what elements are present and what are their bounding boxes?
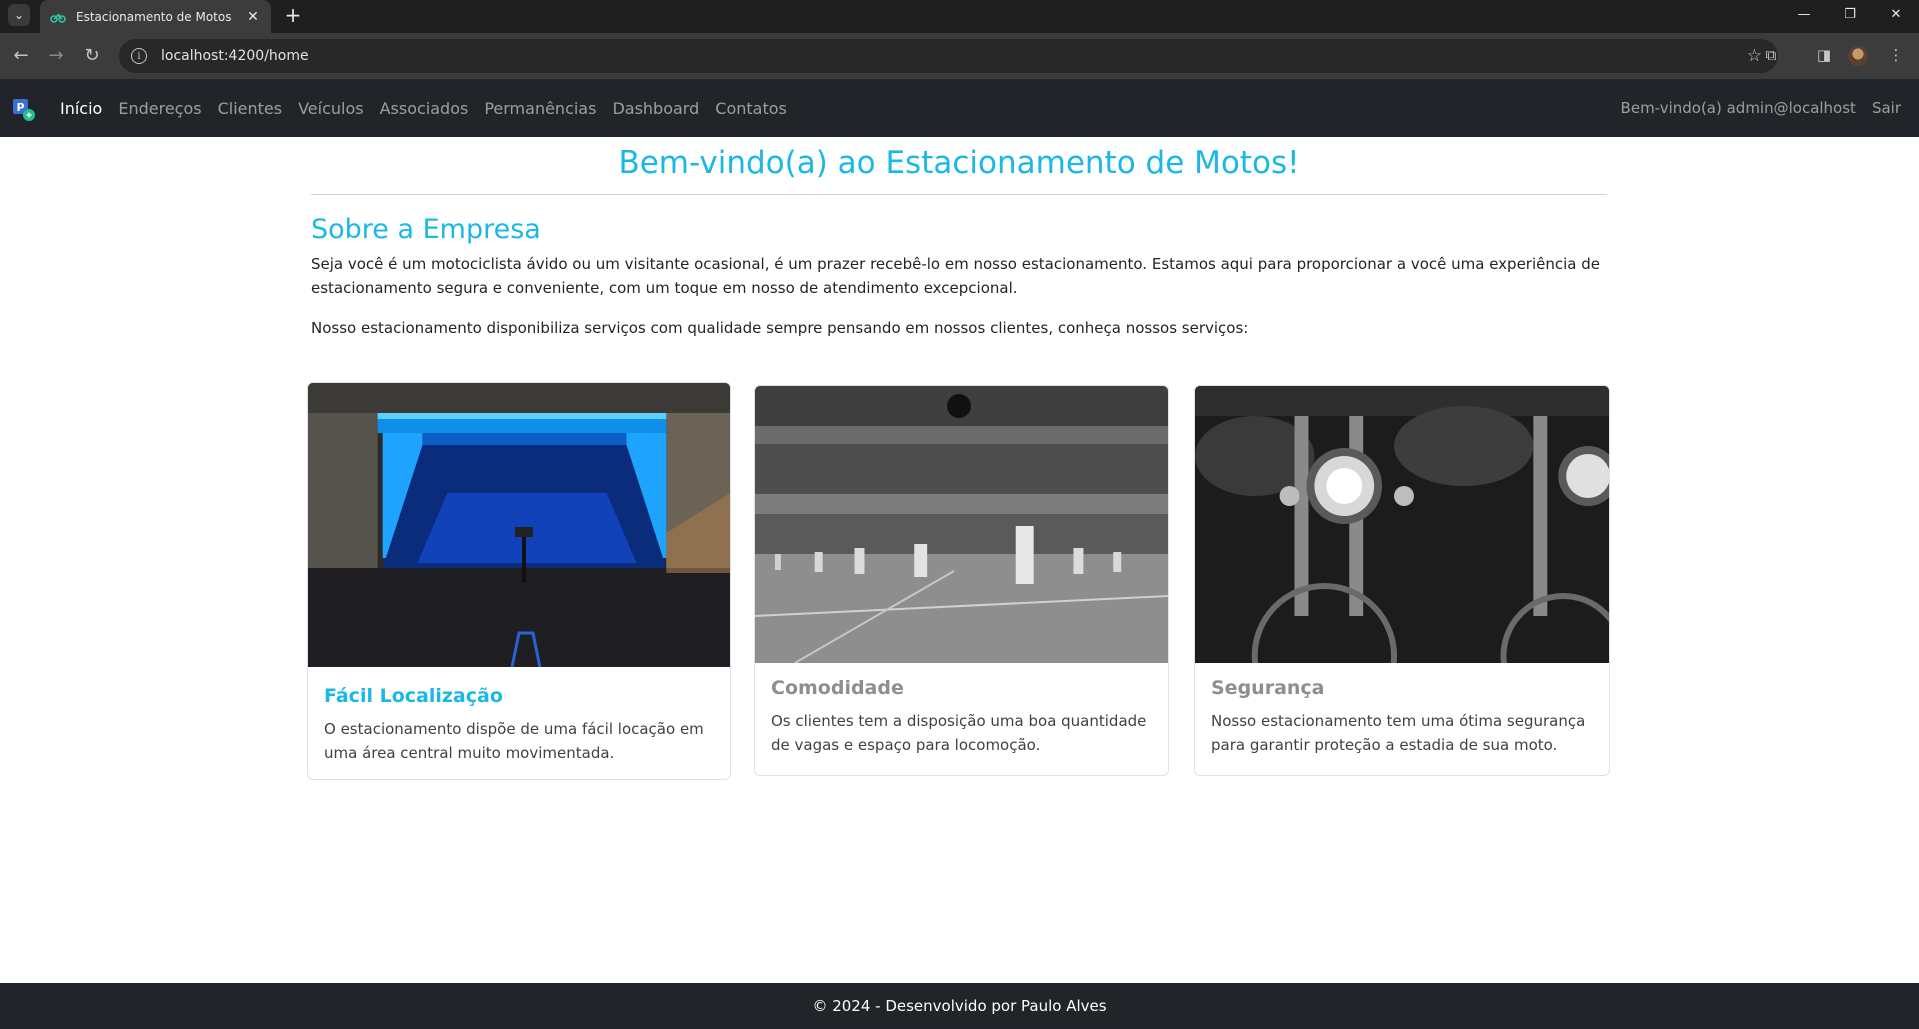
card-text: O estacionamento dispõe de uma fácil loc… xyxy=(324,720,704,762)
nav-link-veiculos[interactable]: Veículos xyxy=(298,99,364,118)
about-title: Sobre a Empresa xyxy=(311,214,541,245)
footer: © 2024 - Desenvolvido por Paulo Alves xyxy=(0,983,1919,1029)
back-arrow-icon[interactable]: ← xyxy=(9,43,33,67)
side-panel-icon[interactable]: ◨ xyxy=(1813,44,1835,66)
profile-avatar[interactable] xyxy=(1848,46,1868,66)
restore-icon[interactable]: ❐ xyxy=(1827,0,1873,28)
url-text[interactable]: localhost:4200/home xyxy=(161,48,309,64)
card-text: Nosso estacionamento tem uma ótima segur… xyxy=(1211,712,1586,754)
services-intro: Nosso estacionamento disponibiliza servi… xyxy=(311,319,1249,337)
browser-toolbar: ← → ↻ i localhost:4200/home ☆ ⧉ ◨ ⋮ xyxy=(0,33,1919,79)
title-divider xyxy=(311,194,1607,195)
card-comodidade[interactable]: Comodidade Os clientes tem a disposição … xyxy=(754,385,1169,776)
browser-tab-active[interactable]: Estacionamento de Motos ✕ xyxy=(40,0,271,33)
nav-link-permanencias[interactable]: Permanências xyxy=(484,99,596,118)
nav-link-enderecos[interactable]: Endereços xyxy=(118,99,201,118)
forward-arrow-icon[interactable]: → xyxy=(44,43,68,67)
card-text: Os clientes tem a disposição uma boa qua… xyxy=(771,712,1147,754)
nav-link-inicio[interactable]: Início xyxy=(60,99,102,118)
service-cards: Fácil Localização O estacionamento dispõ… xyxy=(307,382,1617,782)
kebab-menu-icon[interactable]: ⋮ xyxy=(1885,44,1907,66)
card-title: Fácil Localização xyxy=(324,685,503,707)
about-text: Seja você é um motociclista ávido ou um … xyxy=(311,255,1600,297)
site-info-icon[interactable]: i xyxy=(131,48,147,64)
nav-links: Início Endereços Clientes Veículos Assoc… xyxy=(60,79,803,137)
card-seguranca[interactable]: Segurança Nosso estacionamento tem uma ó… xyxy=(1194,385,1610,776)
welcome-text: Bem-vindo(a) admin@localhost xyxy=(1620,99,1856,117)
app-navbar: P Início Endereços Clientes Veículos Ass… xyxy=(0,79,1919,137)
parking-logo-icon[interactable]: P xyxy=(12,98,36,122)
nav-user-area: Bem-vindo(a) admin@localhost Sair xyxy=(1621,79,1901,137)
address-bar[interactable]: i localhost:4200/home ☆ xyxy=(119,39,1778,73)
minimize-icon[interactable]: — xyxy=(1781,0,1827,28)
page-title: Bem-vindo(a) ao Estacionamento de Motos! xyxy=(618,145,1300,181)
underground-passage-image xyxy=(308,383,730,667)
nav-link-associados[interactable]: Associados xyxy=(380,99,469,118)
card-title: Segurança xyxy=(1211,677,1325,699)
motorcycle-favicon-icon xyxy=(50,13,66,23)
card-title: Comodidade xyxy=(771,677,904,699)
main-content: Bem-vindo(a) ao Estacionamento de Motos!… xyxy=(307,137,1610,780)
nav-link-clientes[interactable]: Clientes xyxy=(218,99,283,118)
nav-link-contatos[interactable]: Contatos xyxy=(715,99,787,118)
extensions-icon[interactable]: ⧉ xyxy=(1760,44,1782,66)
close-tab-icon[interactable]: ✕ xyxy=(245,9,261,25)
close-window-icon[interactable]: ✕ xyxy=(1873,0,1919,28)
logout-link[interactable]: Sair xyxy=(1872,99,1901,117)
tab-title: Estacionamento de Motos xyxy=(76,9,232,24)
new-tab-icon[interactable]: + xyxy=(280,2,306,28)
nav-link-dashboard[interactable]: Dashboard xyxy=(612,99,699,118)
svg-text:P: P xyxy=(16,101,24,114)
tab-search-icon[interactable]: ⌄ xyxy=(8,4,30,26)
footer-text: © 2024 - Desenvolvido por Paulo Alves xyxy=(812,997,1107,1015)
parking-garage-image xyxy=(755,386,1168,663)
motorcycles-image xyxy=(1195,386,1609,663)
card-facil-localizacao[interactable]: Fácil Localização O estacionamento dispõ… xyxy=(307,382,731,780)
browser-tabstrip: ⌄ Estacionamento de Motos ✕ + — ❐ ✕ xyxy=(0,0,1919,33)
reload-icon[interactable]: ↻ xyxy=(80,43,104,67)
